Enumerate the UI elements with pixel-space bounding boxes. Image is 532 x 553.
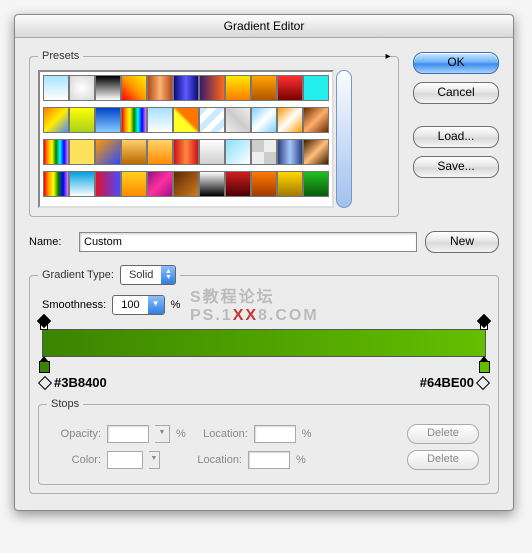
gradient-type-group: Gradient Type: Solid ▲▼ S教程论坛 PS.1XX8.CO…: [29, 265, 499, 494]
preset-swatch[interactable]: [277, 75, 303, 101]
preset-swatch[interactable]: [303, 107, 329, 133]
chevron-down-icon: ▼: [155, 425, 170, 443]
stops-legend: Stops: [47, 398, 83, 410]
cancel-button[interactable]: Cancel: [413, 82, 499, 104]
gradient-track[interactable]: [42, 329, 486, 357]
preset-swatch[interactable]: [121, 107, 147, 133]
color-stop-right[interactable]: [478, 356, 490, 373]
color-location-input: [248, 451, 290, 469]
preset-swatch[interactable]: [95, 107, 121, 133]
preset-swatch[interactable]: [121, 75, 147, 101]
preset-swatch[interactable]: [225, 75, 251, 101]
preset-swatch[interactable]: [225, 171, 251, 197]
color-location-label: Location:: [186, 454, 242, 466]
color-location-unit: %: [296, 454, 306, 466]
opacity-label: Opacity:: [49, 428, 101, 440]
presets-group: Presets ▸: [29, 50, 399, 217]
opacity-input: [107, 425, 149, 443]
gradient-type-select[interactable]: Solid ▲▼: [120, 265, 176, 285]
chevron-down-icon: ▼: [149, 451, 160, 469]
smoothness-label: Smoothness:: [42, 299, 106, 311]
preset-swatch[interactable]: [95, 139, 121, 165]
opacity-unit: %: [176, 428, 186, 440]
preset-swatch[interactable]: [69, 139, 95, 165]
dialog-button-column: OK Cancel Load... Save...: [413, 50, 499, 178]
preset-swatch[interactable]: [173, 107, 199, 133]
preset-swatch[interactable]: [251, 171, 277, 197]
preset-swatch[interactable]: [251, 107, 277, 133]
opacity-location-unit: %: [302, 428, 312, 440]
preset-swatch[interactable]: [43, 107, 69, 133]
right-stop-hex: #64BE00: [420, 375, 488, 390]
name-label: Name:: [29, 236, 71, 248]
presets-flyout-icon[interactable]: ▸: [380, 50, 396, 66]
opacity-stop-row: Opacity: ▼ % Location: % Delete: [49, 424, 479, 444]
color-well: [107, 451, 143, 469]
preset-swatch[interactable]: [303, 75, 329, 101]
preset-swatch[interactable]: [277, 171, 303, 197]
preset-swatch[interactable]: [43, 171, 69, 197]
preset-swatch[interactable]: [199, 75, 225, 101]
color-label: Color:: [49, 454, 101, 466]
color-stop-row: Color: ▼ Location: % Delete: [49, 450, 479, 470]
preset-swatch[interactable]: [199, 107, 225, 133]
opacity-location-label: Location:: [192, 428, 248, 440]
preset-swatch[interactable]: [199, 171, 225, 197]
delete-color-stop-button: Delete: [407, 450, 479, 470]
delete-opacity-stop-button: Delete: [407, 424, 479, 444]
left-stop-hex: #3B8400: [40, 375, 107, 390]
preset-swatch[interactable]: [69, 107, 95, 133]
preset-swatch[interactable]: [69, 171, 95, 197]
preset-swatch[interactable]: [69, 75, 95, 101]
diamond-icon: [476, 375, 490, 389]
preset-swatch[interactable]: [43, 139, 69, 165]
smoothness-input[interactable]: 100 ▼: [112, 295, 164, 315]
preset-swatch[interactable]: [225, 107, 251, 133]
new-button[interactable]: New: [425, 231, 499, 253]
preset-swatch[interactable]: [199, 139, 225, 165]
opacity-stop-left[interactable]: [39, 316, 49, 328]
preset-swatch[interactable]: [277, 107, 303, 133]
opacity-stop-right[interactable]: [479, 316, 489, 328]
name-input[interactable]: [79, 232, 417, 252]
preset-swatch[interactable]: [95, 171, 121, 197]
smoothness-unit: %: [171, 299, 181, 311]
preset-swatches: [38, 70, 334, 208]
preset-swatch[interactable]: [121, 139, 147, 165]
preset-swatch[interactable]: [303, 139, 329, 165]
window-title: Gradient Editor: [15, 15, 513, 38]
presets-legend: Presets: [38, 50, 83, 62]
diamond-icon: [38, 375, 52, 389]
chevron-updown-icon: ▲▼: [161, 266, 175, 284]
preset-swatch[interactable]: [251, 139, 277, 165]
ok-button[interactable]: OK: [413, 52, 499, 74]
preset-swatch[interactable]: [173, 75, 199, 101]
opacity-location-input: [254, 425, 296, 443]
preset-swatch[interactable]: [95, 75, 121, 101]
save-button[interactable]: Save...: [413, 156, 499, 178]
load-button[interactable]: Load...: [413, 126, 499, 148]
preset-swatch[interactable]: [277, 139, 303, 165]
preset-swatch[interactable]: [147, 107, 173, 133]
preset-swatch[interactable]: [173, 171, 199, 197]
preset-swatch[interactable]: [147, 75, 173, 101]
preset-swatch[interactable]: [147, 139, 173, 165]
chevron-down-icon: ▼: [148, 296, 164, 314]
preset-swatch[interactable]: [303, 171, 329, 197]
preset-swatch[interactable]: [225, 139, 251, 165]
preset-swatch[interactable]: [251, 75, 277, 101]
gradient-preview: [42, 329, 486, 357]
preset-swatch[interactable]: [147, 171, 173, 197]
color-stop-left[interactable]: [38, 356, 50, 373]
stops-group: Stops Opacity: ▼ % Location: % Delete Co…: [38, 398, 490, 485]
presets-scrollbar[interactable]: [336, 70, 352, 208]
gradient-editor-window: Gradient Editor Presets ▸ OK Cancel Load…: [14, 14, 514, 511]
preset-swatch[interactable]: [173, 139, 199, 165]
preset-swatch[interactable]: [121, 171, 147, 197]
preset-swatch[interactable]: [43, 75, 69, 101]
gradient-type-label: Gradient Type:: [42, 269, 114, 281]
